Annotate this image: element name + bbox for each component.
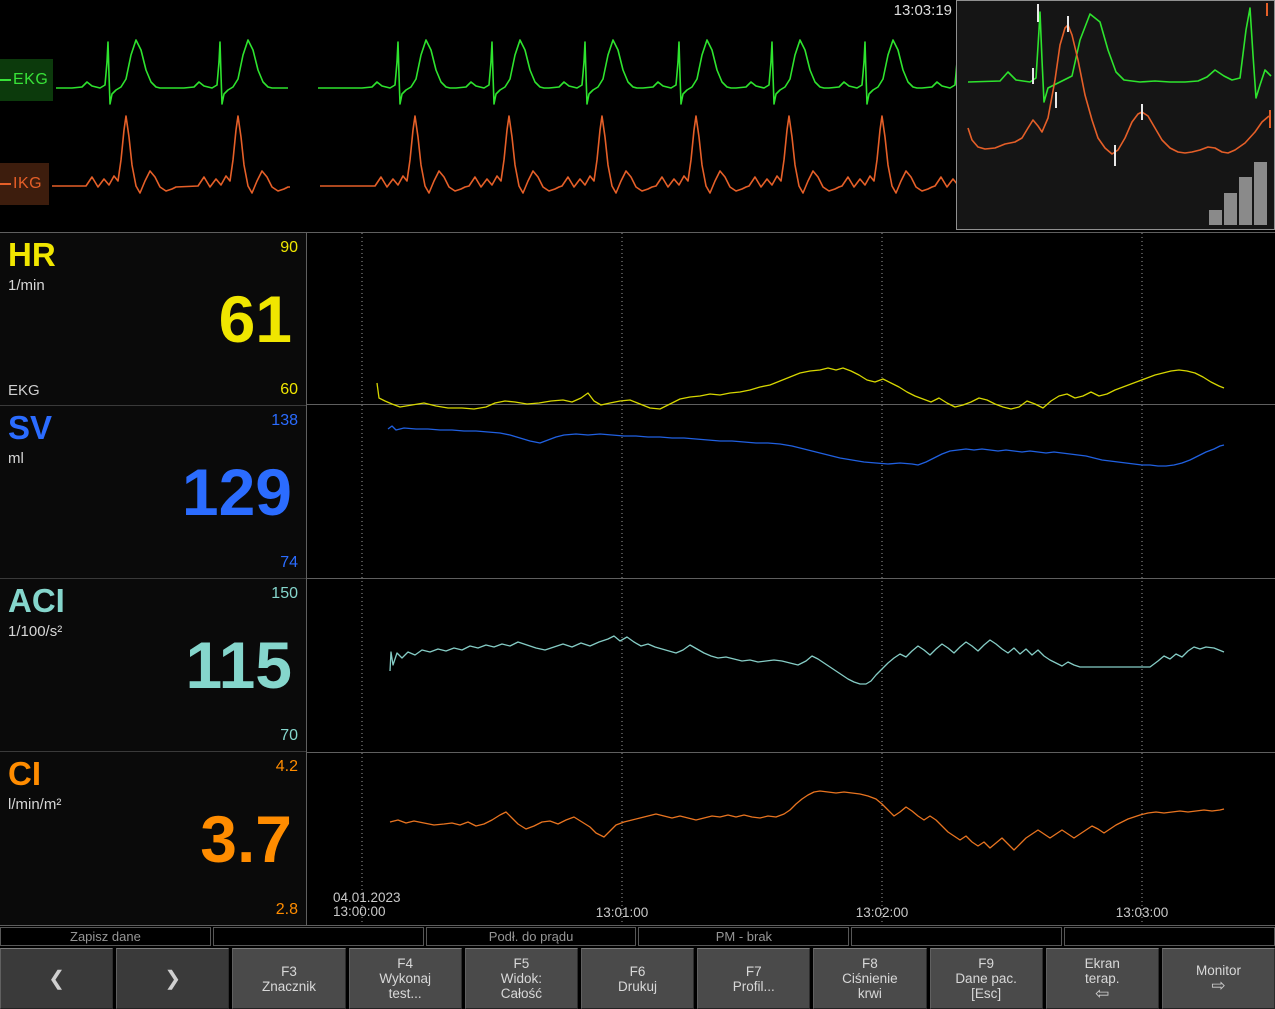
key-label: Widok:	[501, 971, 542, 986]
key-label: test...	[389, 986, 422, 1001]
tile-value: 129	[182, 459, 292, 525]
chevron-right-icon: ❯	[164, 969, 181, 989]
key-label: Dane pac.	[955, 971, 1017, 986]
key-label: Profil...	[733, 979, 775, 994]
key-label: F5	[513, 956, 529, 971]
trend-start-time: 13:00:00	[333, 905, 401, 919]
tile-hr[interactable]: HR 1/min 61 90 60 EKG	[0, 233, 306, 406]
signal-bar	[1254, 162, 1267, 225]
ekg-lead-line-icon	[0, 79, 11, 81]
arrow-left-icon: ⇦	[1095, 986, 1109, 1002]
alarm-limit-high: 4.2	[276, 758, 298, 776]
function-key-bar: ❮ ❯ F3 Znacznik F4 Wykonaj test... F5 Wi…	[0, 948, 1275, 1009]
patient-monitor-screen: { "clock": {"time": "13:03:19"}, "top": …	[0, 0, 1275, 1009]
key-label: F4	[397, 956, 413, 971]
ekg-lead-label: EKG	[0, 59, 53, 101]
ikg-lead-label: IKG	[0, 163, 49, 205]
status-segment	[213, 927, 424, 946]
key-label: Wykonaj	[379, 971, 431, 986]
tile-value: 61	[219, 286, 292, 352]
signal-bar	[1224, 193, 1237, 225]
signal-bar	[1209, 210, 1222, 225]
status-segment-power: Podł. do prądu	[426, 927, 637, 946]
tile-title: SV	[8, 411, 52, 444]
key-label: Znacznik	[262, 979, 316, 994]
trend-timestamp: 13:01:00	[596, 906, 649, 920]
tile-value: 115	[186, 632, 292, 698]
key-label: krwi	[858, 986, 882, 1001]
page-right-button[interactable]: ❯	[116, 948, 229, 1009]
status-segment	[851, 927, 1062, 946]
chevron-left-icon: ❮	[48, 969, 65, 989]
alarm-limit-low: 74	[280, 554, 298, 572]
key-label: F7	[746, 964, 762, 979]
alarm-limit-low: 2.8	[276, 901, 298, 919]
signal-strength-icon	[1209, 162, 1267, 225]
key-monitor[interactable]: Monitor ⇨	[1162, 948, 1275, 1009]
key-label: F9	[978, 956, 994, 971]
key-label: [Esc]	[971, 986, 1001, 1001]
key-label: F6	[630, 964, 646, 979]
key-label: F3	[281, 964, 297, 979]
status-segment-save: Zapisz dane	[0, 927, 211, 946]
key-label: F8	[862, 956, 878, 971]
key-label: Ciśnienie	[842, 971, 898, 986]
key-f9-patient-data[interactable]: F9 Dane pac. [Esc]	[930, 948, 1043, 1009]
alarm-limit-high: 150	[271, 585, 298, 603]
alarm-limit-low: 60	[280, 381, 298, 399]
arrow-right-icon: ⇨	[1211, 978, 1225, 994]
tile-unit: ml	[8, 450, 24, 467]
tile-sv[interactable]: SV ml 129 138 74	[0, 406, 306, 579]
trend-svg	[306, 232, 1275, 926]
key-f6-print[interactable]: F6 Drukuj	[581, 948, 694, 1009]
key-f7-profile[interactable]: F7 Profil...	[697, 948, 810, 1009]
ikg-label-text: IKG	[13, 175, 42, 193]
ikg-lead-line-icon	[0, 183, 11, 185]
tile-ci[interactable]: CI l/min/m² 3.7 4.2 2.8	[0, 752, 306, 925]
trend-graph-area: 04.01.2023 13:00:00 13:01:00 13:02:00 13…	[306, 232, 1275, 926]
tile-title: ACI	[8, 584, 65, 617]
key-therapy-screen[interactable]: Ekran terap. ⇦	[1046, 948, 1159, 1009]
key-label: Drukuj	[618, 979, 657, 994]
key-f3-marker[interactable]: F3 Znacznik	[232, 948, 345, 1009]
trend-start-date: 04.01.2023	[333, 891, 401, 905]
key-label: Ekran	[1085, 956, 1120, 971]
ekg-ikg-waveform-svg	[0, 0, 956, 231]
ekg-label-text: EKG	[13, 71, 48, 89]
key-f8-blood-pressure[interactable]: F8 Ciśnienie krwi	[813, 948, 926, 1009]
alarm-limit-high: 90	[280, 239, 298, 257]
tile-unit: 1/100/s²	[8, 623, 62, 640]
tile-title: HR	[8, 238, 56, 271]
alarm-limit-high: 138	[271, 412, 298, 430]
status-segment	[1064, 927, 1275, 946]
parameter-tile-column: HR 1/min 61 90 60 EKG SV ml 129 138 74 A…	[0, 233, 306, 925]
tile-unit: 1/min	[8, 277, 45, 294]
signal-bar	[1239, 177, 1252, 225]
page-left-button[interactable]: ❮	[0, 948, 113, 1009]
status-bar: Zapisz dane Podł. do prądu PM - brak	[0, 927, 1275, 946]
realtime-waveform-area: EKG IKG 13:03:19	[0, 0, 956, 231]
current-time: 13:03:19	[894, 2, 952, 19]
tile-unit: l/min/m²	[8, 796, 61, 813]
tile-source: EKG	[8, 382, 40, 399]
key-f4-run-test[interactable]: F4 Wykonaj test...	[349, 948, 462, 1009]
tile-value: 3.7	[200, 806, 292, 872]
trend-timestamp: 13:03:00	[1116, 906, 1169, 920]
tile-title: CI	[8, 757, 41, 790]
key-f5-view[interactable]: F5 Widok: Całość	[465, 948, 578, 1009]
trend-timestamp: 13:02:00	[856, 906, 909, 920]
status-segment-pacemaker: PM - brak	[638, 927, 849, 946]
trend-start-timestamp: 04.01.2023 13:00:00	[333, 891, 401, 919]
tile-aci[interactable]: ACI 1/100/s² 115 150 70	[0, 579, 306, 752]
alarm-limit-low: 70	[280, 727, 298, 745]
beat-zoom-panel	[956, 0, 1275, 230]
key-label: Całość	[501, 986, 542, 1001]
